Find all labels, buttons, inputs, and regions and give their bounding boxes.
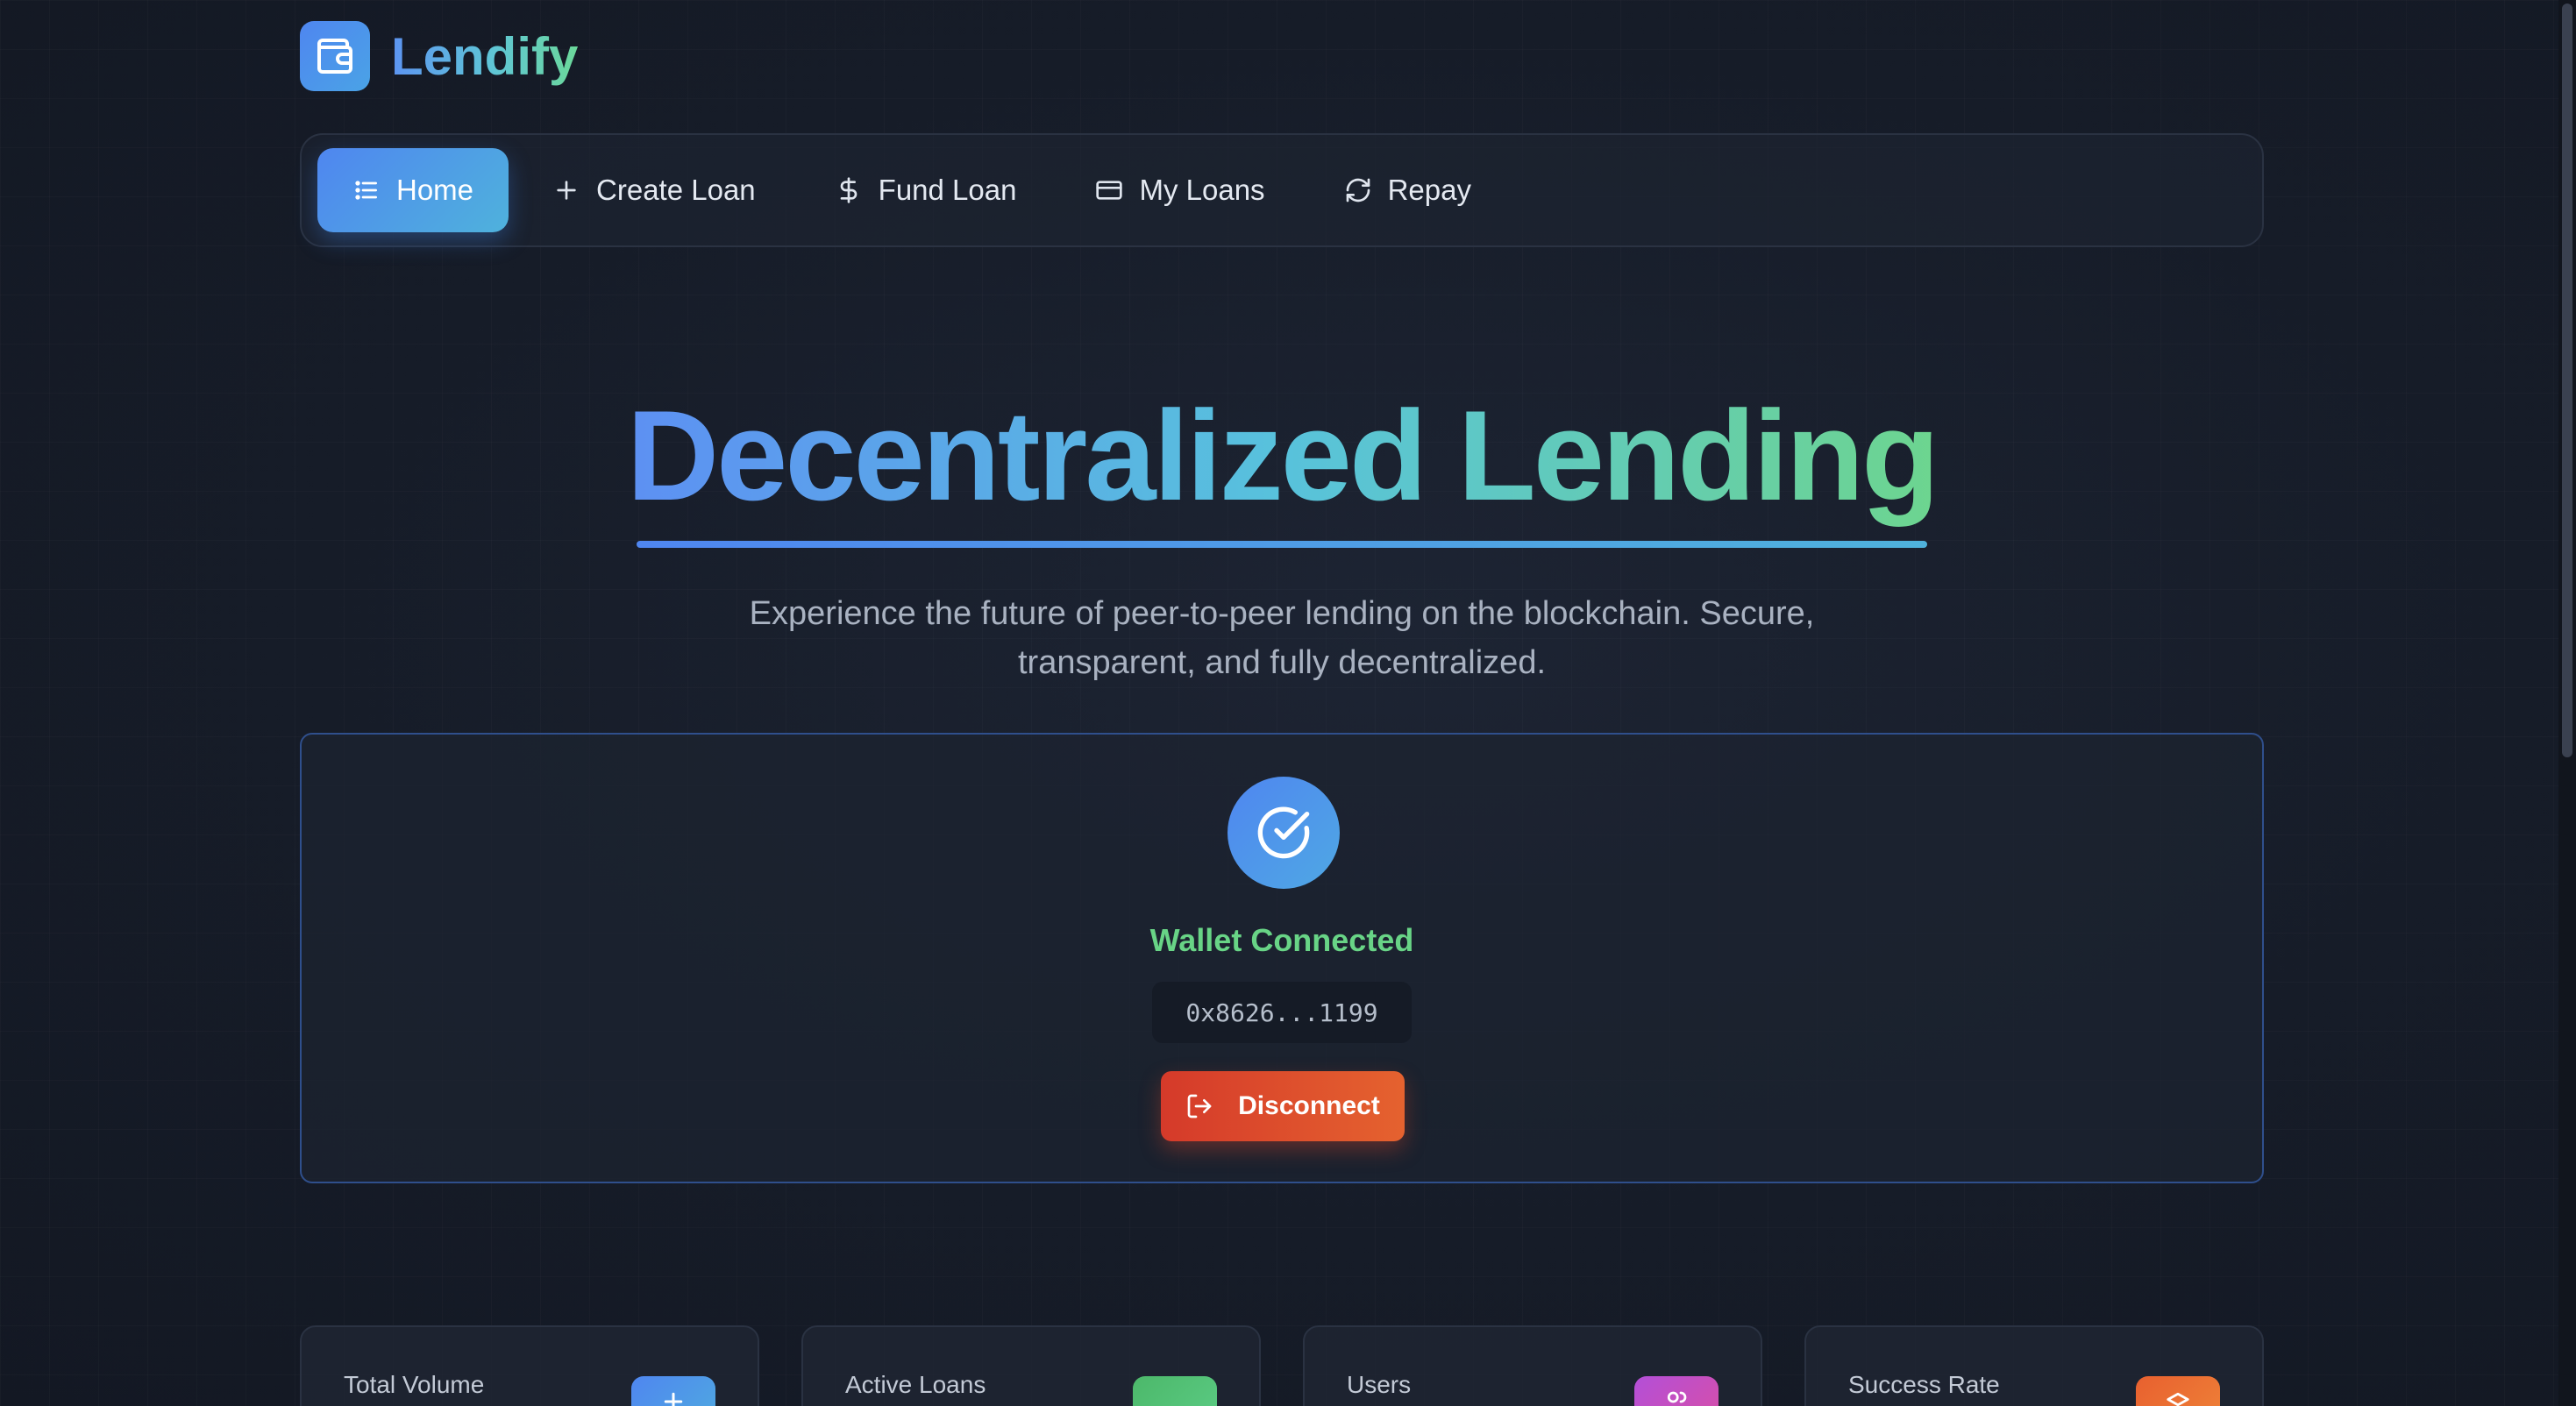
wallet-status: Wallet Connected [1149, 922, 1414, 958]
disconnect-label: Disconnect [1238, 1091, 1380, 1120]
hero-underline [637, 541, 1927, 548]
stat-card-success-rate: Success Rate [1804, 1325, 2264, 1406]
check-circle-icon [1228, 777, 1340, 889]
logout-icon [1185, 1092, 1213, 1120]
wallet-address: 0x8626...1199 [1152, 982, 1412, 1043]
stat-card-users: Users [1303, 1325, 1762, 1406]
nav-item-my-loans[interactable]: My Loans [1060, 148, 1299, 232]
nav-item-label: Home [396, 174, 474, 206]
stat-icon [2136, 1376, 2220, 1406]
scrollbar-thumb[interactable] [2562, 4, 2572, 757]
nav-item-home[interactable]: Home [317, 148, 509, 232]
stat-label: Users [1347, 1371, 1412, 1398]
hero-title-text: Decentralized Lending [627, 377, 1940, 535]
nav-item-label: Fund Loan [878, 174, 1017, 206]
stat-icon [1133, 1376, 1217, 1406]
dollar-icon [835, 176, 863, 204]
nav-item-create-loan[interactable]: Create Loan [517, 148, 791, 232]
hero-subtitle: Experience the future of peer-to-peer le… [749, 595, 1815, 681]
brand-name: Lendify [391, 26, 579, 86]
nav-item-fund-loan[interactable]: Fund Loan [800, 148, 1052, 232]
page-scrollbar[interactable] [2558, 0, 2576, 1406]
stat-label: Success Rate [1848, 1371, 2000, 1398]
stat-card-total-volume: Total Volume [300, 1325, 759, 1406]
refresh-icon [1344, 176, 1372, 204]
brand[interactable]: Lendify [300, 21, 578, 91]
stat-card-active-loans: Active Loans [801, 1325, 1261, 1406]
disconnect-button[interactable]: Disconnect [1161, 1071, 1405, 1141]
plus-icon [552, 176, 580, 204]
nav-item-label: My Loans [1139, 174, 1265, 206]
list-icon [352, 176, 381, 204]
wallet-icon [300, 21, 370, 91]
nav-item-repay[interactable]: Repay [1309, 148, 1506, 232]
nav-item-label: Repay [1387, 174, 1471, 206]
wallet-card: Wallet Connected 0x8626...1199 Disconnec… [300, 733, 2264, 1183]
stat-icon [631, 1376, 715, 1406]
stat-label: Total Volume [344, 1371, 485, 1398]
hero-title: Decentralized Lending [300, 377, 2264, 535]
nav-item-label: Create Loan [596, 174, 756, 206]
main-nav: Home Create Loan Fund Loan My Loans Repa… [300, 133, 2264, 247]
stat-label: Active Loans [845, 1371, 986, 1398]
credit-card-icon [1095, 176, 1123, 204]
users-icon [1634, 1376, 1719, 1406]
